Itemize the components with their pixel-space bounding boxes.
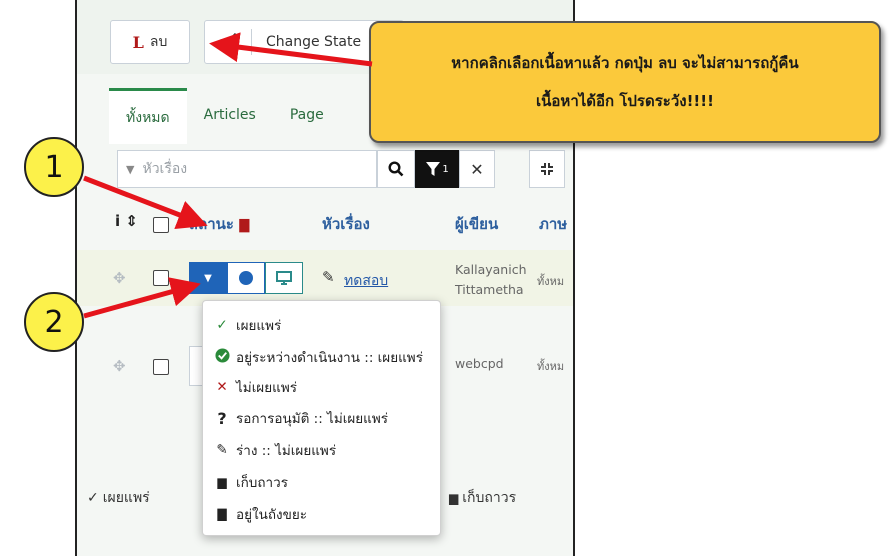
author-cell: webcpd (455, 356, 504, 371)
status-toggle-button[interactable]: ▼ (189, 262, 227, 294)
author-cell: Kallayanich Tittametha (455, 260, 527, 300)
article-title-link[interactable]: ทดสอบ (344, 270, 388, 292)
author-line: Tittametha (455, 282, 524, 297)
header-author[interactable]: ผู้เขียน (455, 212, 498, 236)
trash-icon: ▇ (217, 507, 227, 521)
footer-archive-label: เก็บถาวร (462, 490, 517, 506)
footer-archive[interactable]: ▆ เก็บถาวร (449, 487, 516, 509)
warning-text: หากคลิกเลือกเนื้อหาแล้ว กดปุ่ม ลบ จะไม่ส… (451, 54, 799, 72)
warning-callout: หากคลิกเลือกเนื้อหาแล้ว กดปุ่ม ลบ จะไม่ส… (369, 21, 881, 143)
filter-icon (426, 162, 441, 176)
search-button[interactable] (377, 150, 415, 188)
featured-button[interactable] (227, 262, 265, 294)
edit-icon[interactable]: ✎ (322, 268, 335, 286)
status-dropdown-menu: ✓ เผยแพร่ อยู่ระหว่างดำเนินงาน :: เผยแพร… (202, 300, 441, 536)
info-sort-icon[interactable]: i ⇕ (115, 212, 138, 230)
menu-item-unpublish[interactable]: ✕ ไม่เผยแพร่ (212, 376, 297, 398)
delete-button[interactable]: L ลบ (110, 20, 190, 64)
warning-text: เนื้อหาได้อีก โปรดระวัง!!!! (536, 92, 714, 110)
step-marker-2: 2 (24, 292, 84, 352)
check-circle-icon (212, 347, 232, 367)
compress-icon (541, 163, 553, 175)
menu-item-pending[interactable]: ? รอการอนุมัติ :: ไม่เผยแพร่ (212, 407, 388, 429)
trash-icon: ▇ (239, 218, 250, 233)
header-title[interactable]: หัวเรื่อง (322, 212, 370, 236)
menu-item-label: ร่าง :: ไม่เผยแพร่ (236, 443, 337, 459)
drag-handle-icon[interactable]: ✥ (113, 269, 126, 287)
delete-icon: L (132, 32, 144, 52)
menu-item-label: รอการอนุมัติ :: ไม่เผยแพร่ (236, 411, 389, 427)
row-checkbox[interactable] (153, 270, 169, 286)
header-language[interactable]: ภาษ (539, 212, 567, 236)
menu-item-publish[interactable]: ✓ เผยแพร่ (212, 314, 281, 336)
delete-label: ลบ (149, 34, 168, 50)
drag-handle-icon[interactable]: ✥ (113, 357, 126, 375)
menu-item-label: เก็บถาวร (236, 475, 288, 491)
pencil-icon: ✎ (216, 442, 228, 458)
step-marker-1: 1 (24, 137, 84, 197)
footer-publish[interactable]: ✓ เผยแพร่ (87, 487, 150, 509)
search-placeholder: หัวเรื่อง (142, 161, 188, 177)
menu-item-label: ไม่เผยแพร่ (236, 380, 297, 396)
close-icon: ✕ (470, 159, 484, 179)
filter-count: 1 (442, 163, 449, 175)
menu-item-label: อยู่ในถังขยะ (236, 507, 307, 523)
header-status[interactable]: สถานะ ▇ (189, 212, 249, 236)
menu-item-trash[interactable]: ▇ อยู่ในถังขยะ (212, 503, 307, 525)
change-state-label: Change State (266, 34, 362, 50)
caret-down-icon[interactable]: ▼ (118, 163, 142, 176)
row-checkbox[interactable] (153, 359, 169, 375)
menu-item-archive[interactable]: ▆ เก็บถาวร (212, 471, 288, 493)
collapse-button[interactable] (529, 150, 565, 188)
question-icon: ? (217, 408, 227, 428)
language-cell: ทั้งหม (537, 360, 565, 373)
clear-button[interactable]: ✕ (459, 150, 495, 188)
author-line: Kallayanich (455, 262, 527, 277)
tab-articles[interactable]: Articles (187, 88, 273, 144)
tab-page[interactable]: Page (273, 88, 341, 144)
circle-icon (239, 271, 253, 285)
search-icon (388, 161, 404, 177)
access-button[interactable] (265, 262, 303, 294)
divider (251, 29, 252, 55)
language-cell: ทั้งหม (537, 275, 565, 288)
menu-item-in-progress[interactable]: อยู่ระหว่างดำเนินงาน :: เผยแพร่ (212, 346, 423, 368)
desktop-icon (276, 271, 292, 285)
caret-down-icon: ▼ (204, 272, 212, 284)
header-status-label: สถานะ (189, 215, 234, 233)
archive-icon: ▆ (217, 475, 227, 489)
menu-item-draft[interactable]: ✎ ร่าง :: ไม่เผยแพร่ (212, 439, 336, 461)
check-icon: ✓ (216, 317, 228, 333)
x-icon: ✕ (216, 379, 228, 395)
search-input[interactable]: ▼ หัวเรื่อง (117, 150, 377, 188)
filter-button[interactable]: 1 (415, 150, 459, 188)
tab-bar: ทั้งหมด Articles Page (109, 88, 341, 144)
footer-publish-label: เผยแพร่ (102, 490, 150, 506)
menu-item-label: เผยแพร่ (236, 318, 282, 334)
menu-item-label: อยู่ระหว่างดำเนินงาน :: เผยแพร่ (236, 350, 423, 366)
check-icon (218, 32, 238, 51)
tab-all[interactable]: ทั้งหมด (109, 88, 187, 144)
select-all-checkbox[interactable] (153, 217, 169, 233)
check-icon: ✓ (87, 490, 99, 506)
archive-icon: ▆ (449, 491, 459, 505)
